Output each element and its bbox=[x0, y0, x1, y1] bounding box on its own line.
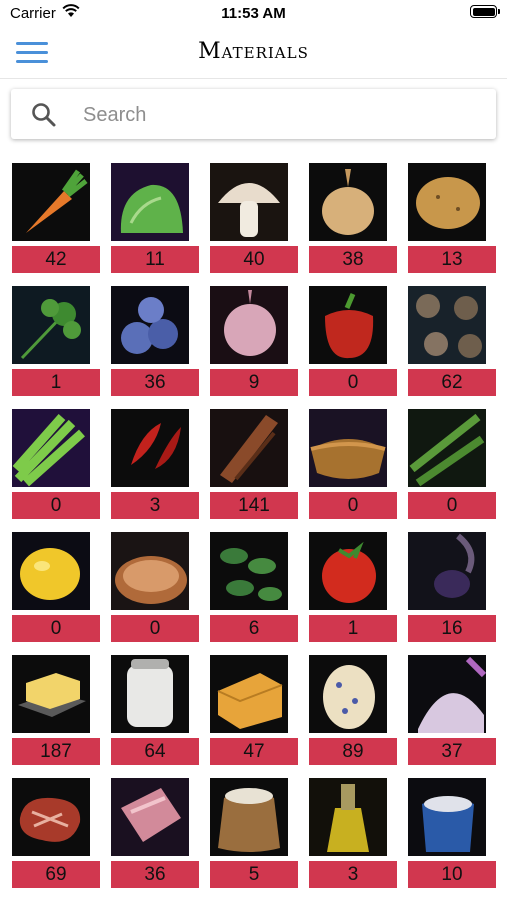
material-count: 0 bbox=[111, 615, 199, 642]
material-count: 0 bbox=[12, 492, 100, 519]
material-item[interactable]: 187 bbox=[12, 655, 100, 765]
material-item[interactable]: 42 bbox=[12, 163, 100, 273]
spice-bowl-icon bbox=[309, 409, 387, 487]
material-item[interactable]: 0 bbox=[309, 409, 397, 519]
milk-icon bbox=[111, 655, 189, 733]
search-input[interactable] bbox=[81, 99, 485, 131]
material-count: 42 bbox=[12, 246, 100, 273]
material-count: 38 bbox=[309, 246, 397, 273]
material-item[interactable]: 47 bbox=[210, 655, 298, 765]
bacon-icon bbox=[111, 778, 189, 856]
material-count: 141 bbox=[210, 492, 298, 519]
blueberries-icon bbox=[111, 286, 189, 364]
material-item[interactable]: 3 bbox=[309, 778, 397, 888]
materials-grid: 42 11 40 38 13 1 36 9 0 62 0 3 141 0 0 0 0 6 1 16 187 64 47 89 3… bbox=[12, 163, 496, 888]
material-count: 1 bbox=[12, 369, 100, 396]
material-item[interactable]: 62 bbox=[408, 286, 496, 396]
clock: 11:53 AM bbox=[221, 5, 286, 22]
search-icon bbox=[31, 102, 57, 133]
status-bar: Carrier 11:53 AM bbox=[0, 0, 507, 28]
potato-icon bbox=[408, 163, 486, 241]
carrot-icon bbox=[12, 163, 90, 241]
material-item[interactable]: 16 bbox=[408, 532, 496, 642]
material-item[interactable]: 3 bbox=[111, 409, 199, 519]
lettuce-icon bbox=[111, 163, 189, 241]
material-item[interactable]: 6 bbox=[210, 532, 298, 642]
material-item[interactable]: 0 bbox=[12, 409, 100, 519]
cinnamon-icon bbox=[210, 409, 288, 487]
peppercorns-icon bbox=[408, 286, 486, 364]
basil-icon bbox=[210, 532, 288, 610]
material-count: 37 bbox=[408, 738, 496, 765]
material-count: 9 bbox=[210, 369, 298, 396]
material-item[interactable]: 40 bbox=[210, 163, 298, 273]
material-item[interactable]: 0 bbox=[309, 286, 397, 396]
material-item[interactable]: 1 bbox=[309, 532, 397, 642]
material-item[interactable]: 37 bbox=[408, 655, 496, 765]
material-count: 36 bbox=[111, 369, 199, 396]
oil-bottle-icon bbox=[309, 778, 387, 856]
material-item[interactable]: 38 bbox=[309, 163, 397, 273]
material-count: 11 bbox=[111, 246, 199, 273]
steak-icon bbox=[12, 778, 90, 856]
material-count: 0 bbox=[408, 492, 496, 519]
material-count: 10 bbox=[408, 861, 496, 888]
material-item[interactable]: 64 bbox=[111, 655, 199, 765]
material-item[interactable]: 141 bbox=[210, 409, 298, 519]
search-bar bbox=[11, 89, 496, 139]
garlic-icon bbox=[210, 286, 288, 364]
material-count: 62 bbox=[408, 369, 496, 396]
seasoning-icon bbox=[111, 532, 189, 610]
material-count: 47 bbox=[210, 738, 298, 765]
material-count: 69 bbox=[12, 861, 100, 888]
tomato-icon bbox=[309, 532, 387, 610]
material-item[interactable]: 13 bbox=[408, 163, 496, 273]
material-item[interactable]: 11 bbox=[111, 163, 199, 273]
material-count: 3 bbox=[309, 861, 397, 888]
celery-icon bbox=[12, 409, 90, 487]
mushroom-icon bbox=[210, 163, 288, 241]
material-count: 187 bbox=[12, 738, 100, 765]
chili-pepper-icon bbox=[111, 409, 189, 487]
page-title: Materials bbox=[198, 39, 309, 64]
material-item[interactable]: 10 bbox=[408, 778, 496, 888]
material-item[interactable]: 5 bbox=[210, 778, 298, 888]
material-item[interactable]: 0 bbox=[111, 532, 199, 642]
material-count: 6 bbox=[210, 615, 298, 642]
flour-sack-icon bbox=[210, 778, 288, 856]
material-item[interactable]: 89 bbox=[309, 655, 397, 765]
material-item[interactable]: 1 bbox=[12, 286, 100, 396]
material-count: 64 bbox=[111, 738, 199, 765]
material-count: 1 bbox=[309, 615, 397, 642]
material-count: 5 bbox=[210, 861, 298, 888]
material-item[interactable]: 9 bbox=[210, 286, 298, 396]
nav-bar: Materials bbox=[0, 28, 507, 79]
material-item[interactable]: 36 bbox=[111, 778, 199, 888]
salt-jar-icon bbox=[408, 778, 486, 856]
material-count: 36 bbox=[111, 861, 199, 888]
cheese-icon bbox=[210, 655, 288, 733]
salt-pile-icon bbox=[408, 655, 486, 733]
material-item[interactable]: 0 bbox=[12, 532, 100, 642]
material-count: 3 bbox=[111, 492, 199, 519]
material-item[interactable]: 36 bbox=[111, 286, 199, 396]
green-beans-icon bbox=[408, 409, 486, 487]
egg-icon bbox=[309, 655, 387, 733]
battery-icon bbox=[470, 5, 500, 18]
material-count: 40 bbox=[210, 246, 298, 273]
material-item[interactable]: 69 bbox=[12, 778, 100, 888]
parsley-icon bbox=[12, 286, 90, 364]
onion-icon bbox=[309, 163, 387, 241]
material-count: 0 bbox=[12, 615, 100, 642]
material-count: 0 bbox=[309, 492, 397, 519]
material-count: 89 bbox=[309, 738, 397, 765]
butter-icon bbox=[12, 655, 90, 733]
material-count: 0 bbox=[309, 369, 397, 396]
bell-pepper-icon bbox=[309, 286, 387, 364]
material-count: 16 bbox=[408, 615, 496, 642]
material-item[interactable]: 0 bbox=[408, 409, 496, 519]
lemon-icon bbox=[12, 532, 90, 610]
blackberry-icon bbox=[408, 532, 486, 610]
material-count: 13 bbox=[408, 246, 496, 273]
